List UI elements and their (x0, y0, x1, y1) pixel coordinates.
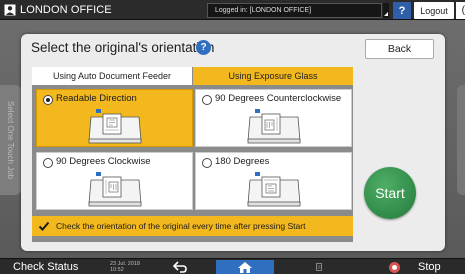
language-button[interactable]: ( (456, 2, 465, 19)
option-90-clockwise[interactable]: 90 Degrees Clockwise (36, 152, 193, 210)
menu-icon[interactable] (316, 263, 322, 271)
radio-icon (43, 158, 53, 168)
checkmark-icon (38, 221, 50, 231)
option-label: 180 Degrees (215, 156, 270, 167)
option-label: Readable Direction (56, 93, 137, 104)
user-icon (0, 0, 20, 20)
dialog-help-icon[interactable]: ? (196, 40, 211, 55)
radio-icon (202, 95, 212, 105)
date-time: 23 Jul. 2018 10:52 (110, 261, 140, 273)
option-90-counterclockwise[interactable]: 90 Degrees Counterclockwise (195, 89, 352, 147)
right-side-tab[interactable] (457, 85, 465, 195)
scanner-clockwise-icon (88, 172, 142, 207)
option-180-degrees[interactable]: 180 Degrees (195, 152, 352, 210)
back-arrow-icon[interactable] (172, 261, 188, 273)
option-label: 90 Degrees Counterclockwise (215, 93, 342, 104)
tab-exposure-glass[interactable]: Using Exposure Glass (193, 67, 353, 85)
home-icon (238, 262, 252, 273)
scanner-readable-icon (88, 109, 142, 144)
login-status: Logged in: [LONDON OFFICE] (207, 3, 382, 18)
home-button[interactable] (216, 260, 274, 274)
start-button[interactable]: Start (364, 167, 416, 219)
office-name: LONDON OFFICE (20, 3, 112, 16)
stop-button[interactable]: Stop (418, 259, 441, 274)
one-touch-job-label: Select One Touch Job (6, 100, 15, 180)
dialog-title: Select the original's orientation (31, 40, 215, 55)
scanner-180-icon (247, 172, 301, 207)
tab-auto-document-feeder[interactable]: Using Auto Document Feeder (32, 67, 192, 85)
help-button[interactable]: ? (393, 2, 411, 19)
option-readable-direction[interactable]: Readable Direction (36, 89, 193, 147)
check-orientation-label: Check the orientation of the original ev… (56, 221, 306, 231)
stop-icon (389, 262, 400, 273)
radio-icon (43, 95, 53, 105)
back-button[interactable]: Back (365, 39, 434, 59)
option-label: 90 Degrees Clockwise (56, 156, 151, 167)
orientation-dialog: Select the original's orientation ? Back… (21, 34, 445, 251)
check-status-button[interactable]: Check Status (13, 259, 78, 274)
one-touch-job-tab[interactable]: Select One Touch Job (0, 85, 21, 195)
time-text: 10:52 (110, 267, 124, 273)
scanner-counterclockwise-icon (247, 109, 301, 144)
bottom-bar: Check Status 23 Jul. 2018 10:52 Stop (0, 258, 465, 274)
check-orientation-option[interactable]: Check the orientation of the original ev… (32, 216, 353, 236)
orientation-panel: Using Auto Document Feeder Using Exposur… (32, 67, 353, 242)
login-status-edge (383, 3, 389, 18)
logout-button[interactable]: Logout (414, 2, 454, 19)
radio-icon (202, 158, 212, 168)
